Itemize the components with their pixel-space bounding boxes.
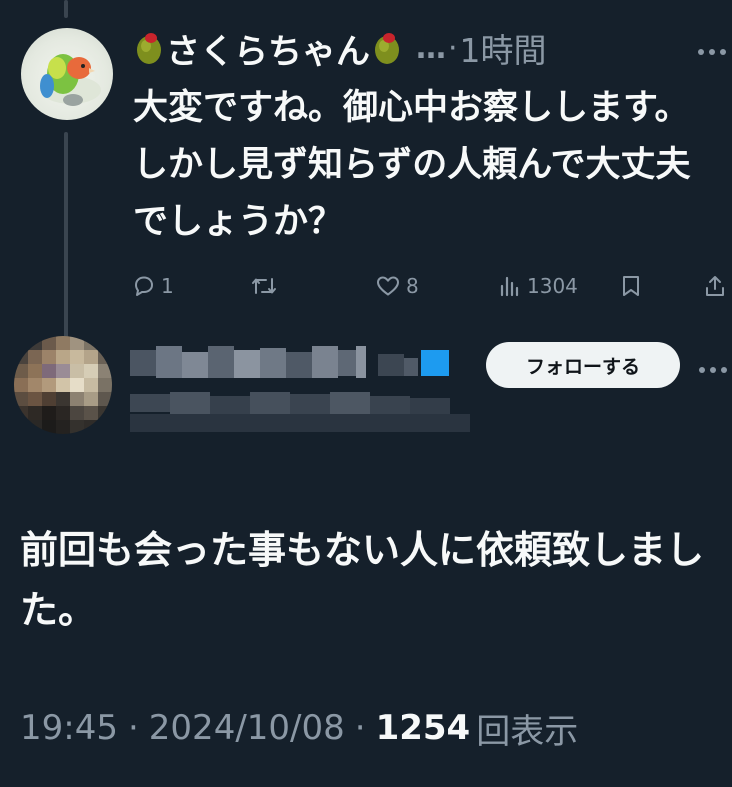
meta-separator: · <box>354 708 366 748</box>
reply-action-bar: 1 8 1304 <box>0 270 732 302</box>
views-count[interactable]: 1254 <box>376 708 471 748</box>
tweet-meta-line: 19:45 · 2024/10/08 · 1254 回表示 <box>20 703 578 753</box>
views-label: 回表示 <box>476 711 579 752</box>
original-handle-pixelated <box>130 392 470 436</box>
views-chart-icon <box>500 276 519 297</box>
tweet-date[interactable]: 2024/10/08 <box>149 708 345 748</box>
olive-emoji-icon <box>372 31 402 65</box>
original-display-name-pixelated[interactable] <box>130 346 450 384</box>
reply-display-name[interactable]: さくらちゃん <box>166 24 370 73</box>
parakeet-avatar-image <box>40 54 101 106</box>
reply-icon <box>135 276 153 296</box>
meta-separator: · <box>127 708 139 748</box>
heart-icon <box>377 276 399 296</box>
like-action[interactable]: 8 <box>375 270 419 302</box>
reply-count: 1 <box>161 274 174 298</box>
thread-connector-line <box>64 132 68 338</box>
original-author-avatar-pixelated[interactable] <box>14 336 112 434</box>
reply-author-avatar[interactable] <box>21 28 113 120</box>
meta-separator: · <box>448 30 458 66</box>
share-action[interactable] <box>703 270 727 302</box>
reply-author-line: さくらちゃん … · 1時間 <box>134 24 547 73</box>
reply-timestamp[interactable]: 1時間 <box>460 24 547 72</box>
more-horizontal-icon[interactable] <box>698 360 728 373</box>
bookmark-action[interactable] <box>620 270 642 302</box>
name-truncation: … <box>416 30 446 66</box>
more-horizontal-icon[interactable] <box>697 42 727 55</box>
verified-badge-icon <box>421 350 449 376</box>
follow-button[interactable]: フォローする <box>486 342 680 388</box>
views-action[interactable]: 1304 <box>498 270 578 302</box>
tweet-time[interactable]: 19:45 <box>20 708 118 748</box>
repost-action[interactable] <box>250 270 283 302</box>
share-icon <box>706 276 724 296</box>
repost-icon <box>252 278 276 294</box>
bookmark-icon <box>623 276 639 296</box>
thread-line-top <box>64 0 68 18</box>
original-tweet-text: 前回も会った事もない人に依頼致しました。 <box>20 528 705 632</box>
reply-tweet-text: 大変ですね。御心中お察しします。しかし見ず知らずの人頼んで大丈夫でしょうか？ <box>133 88 691 242</box>
reply-action[interactable]: 1 <box>132 270 174 302</box>
like-count: 8 <box>406 274 419 298</box>
olive-emoji-icon <box>134 31 164 65</box>
view-count: 1304 <box>527 274 578 298</box>
